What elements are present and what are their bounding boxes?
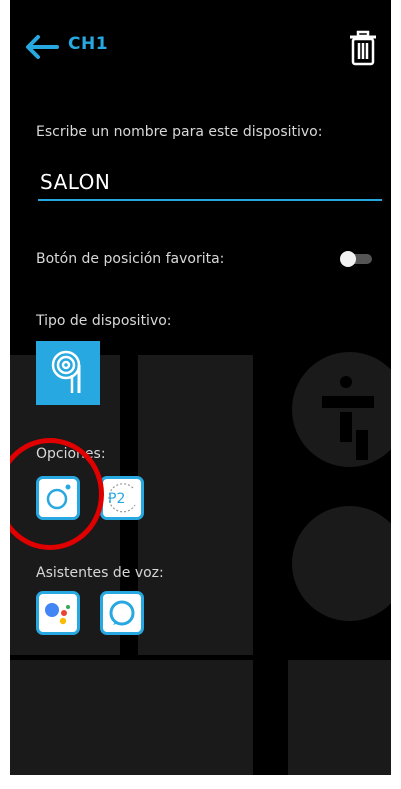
device-type-button[interactable] — [36, 341, 100, 405]
app-screen: CH1 Escribe un nombre para este disposit… — [10, 0, 391, 775]
brand-watermark — [322, 376, 374, 460]
arrow-left-icon[interactable] — [24, 34, 60, 60]
name-label: Escribe un nombre para este dispositivo: — [36, 124, 323, 140]
input-underline — [38, 199, 382, 201]
background-decoration — [288, 660, 391, 775]
voice-label: Asistentes de voz: — [36, 565, 164, 581]
alexa-button[interactable] — [100, 591, 144, 635]
alexa-icon — [109, 600, 135, 626]
top-bar: CH1 — [10, 0, 391, 90]
background-decoration — [138, 355, 253, 655]
p2-option-button[interactable]: P2 — [100, 476, 144, 520]
favorite-toggle[interactable] — [340, 251, 374, 267]
favorite-label: Botón de posición favorita: — [36, 251, 225, 267]
google-assistant-icon — [45, 603, 70, 625]
trash-icon[interactable] — [348, 30, 378, 66]
toggle-knob — [340, 251, 356, 267]
page-title: CH1 — [68, 34, 109, 54]
p2-label: P2 — [108, 491, 125, 507]
blind-roll-icon — [51, 350, 81, 393]
google-assistant-button[interactable] — [36, 591, 80, 635]
background-decoration — [292, 506, 391, 621]
background-decoration — [10, 660, 253, 775]
p2-position-icon: P2 — [108, 483, 136, 513]
device-type-label: Tipo de dispositivo: — [36, 313, 172, 329]
device-name-input[interactable]: SALON — [40, 170, 110, 194]
